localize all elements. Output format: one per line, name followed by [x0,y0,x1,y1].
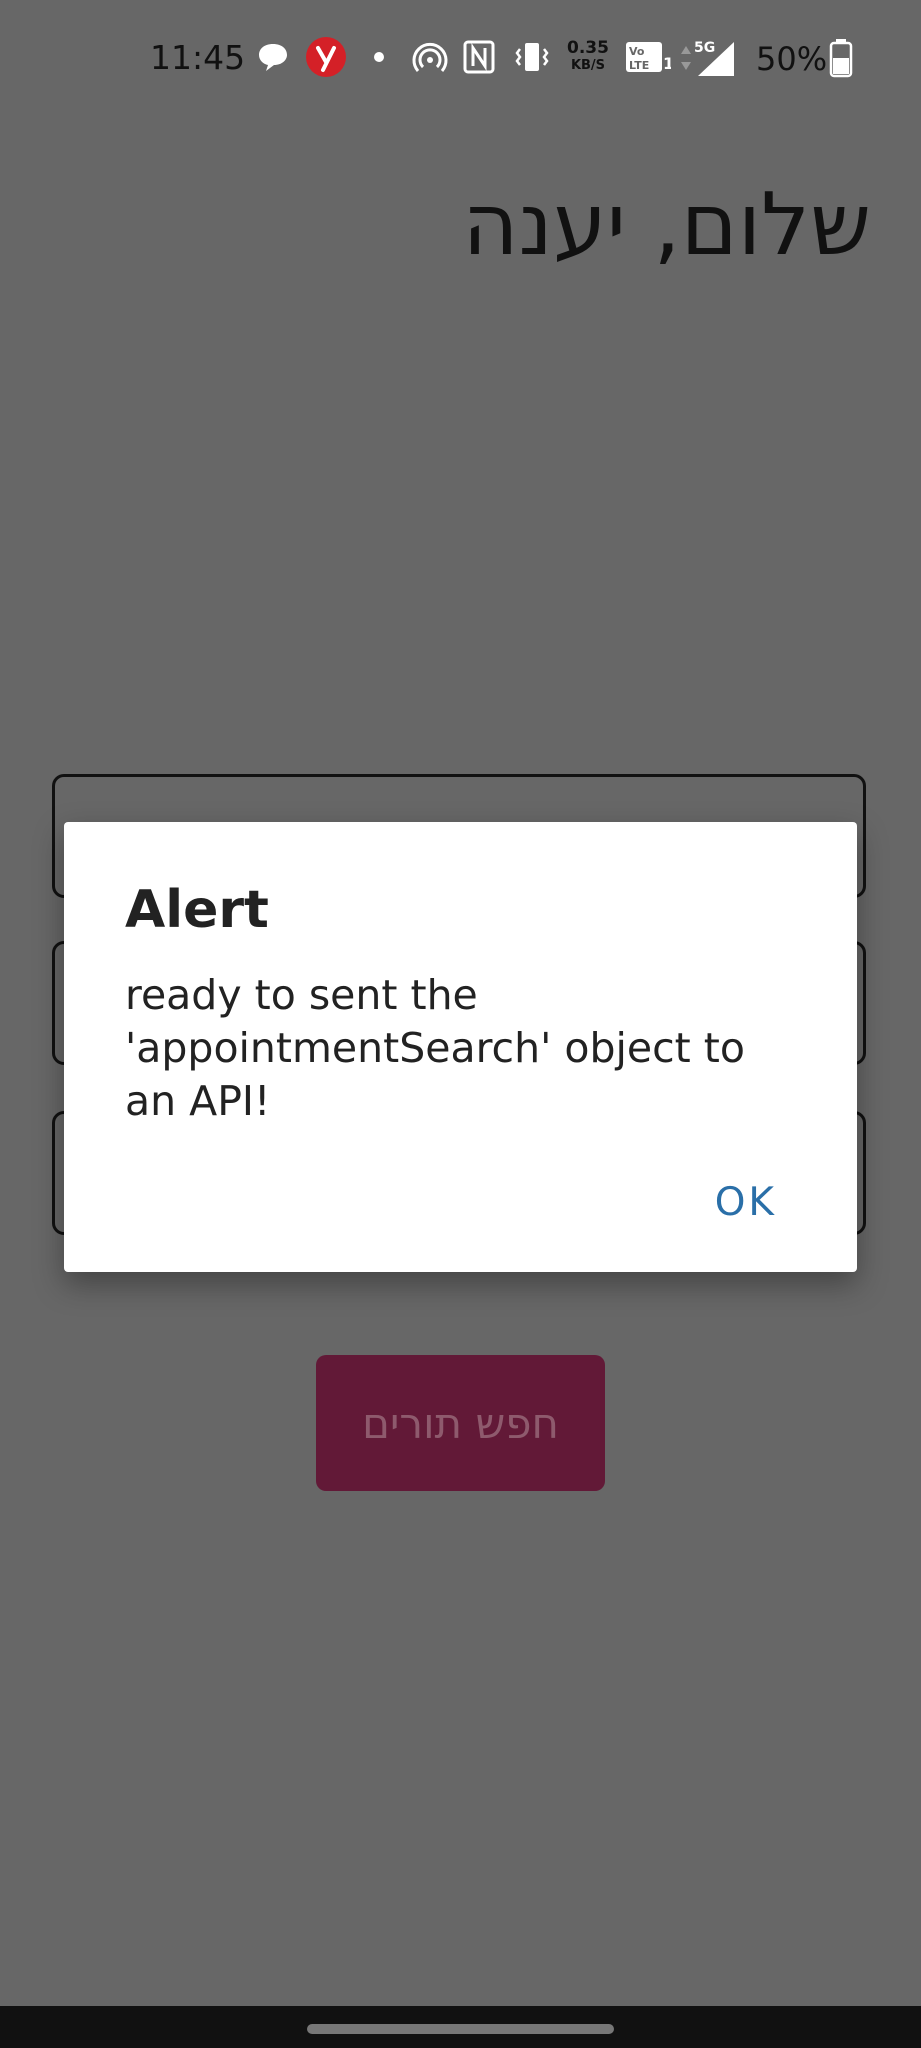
status-bar: 11:45 0.35 KB/S Vo LTE 1 5G 50% [0,0,921,120]
hotspot-icon [412,42,448,72]
dialog-title: Alert [125,880,269,940]
svg-text:Vo: Vo [629,45,645,58]
data-arrows-icon [681,46,691,70]
volte-icon: Vo LTE 1 [626,42,671,73]
svg-text:LTE: LTE [629,59,649,72]
dialog-message: ready to sent the 'appointmentSearch' ob… [125,971,745,1125]
search-appointments-button[interactable]: חפש תורים [316,1355,605,1491]
network-type-label: 5G [694,40,715,56]
home-gesture-handle[interactable] [307,2024,614,2034]
ok-button[interactable]: OK [715,1180,777,1225]
vibrate-icon [515,43,549,71]
signal-icon: 5G [694,40,734,76]
ynet-app-icon [306,37,346,77]
net-speed-indicator: 0.35 KB/S [566,40,610,74]
net-speed-unit: KB/S [570,58,606,73]
battery-icon [829,39,853,78]
svg-text:1: 1 [663,54,671,73]
dot-icon [374,52,384,62]
nfc-icon [463,40,495,74]
alert-dialog: Alert ready to sent the 'appointmentSear… [64,822,857,1272]
greeting-title: שלום, יענה [462,175,871,275]
chat-bubble-icon [259,44,287,71]
navigation-bar [0,2006,921,2048]
status-time: 11:45 [150,38,246,77]
net-speed-value: 0.35 [567,38,609,58]
battery-percent: 50% [756,40,828,78]
